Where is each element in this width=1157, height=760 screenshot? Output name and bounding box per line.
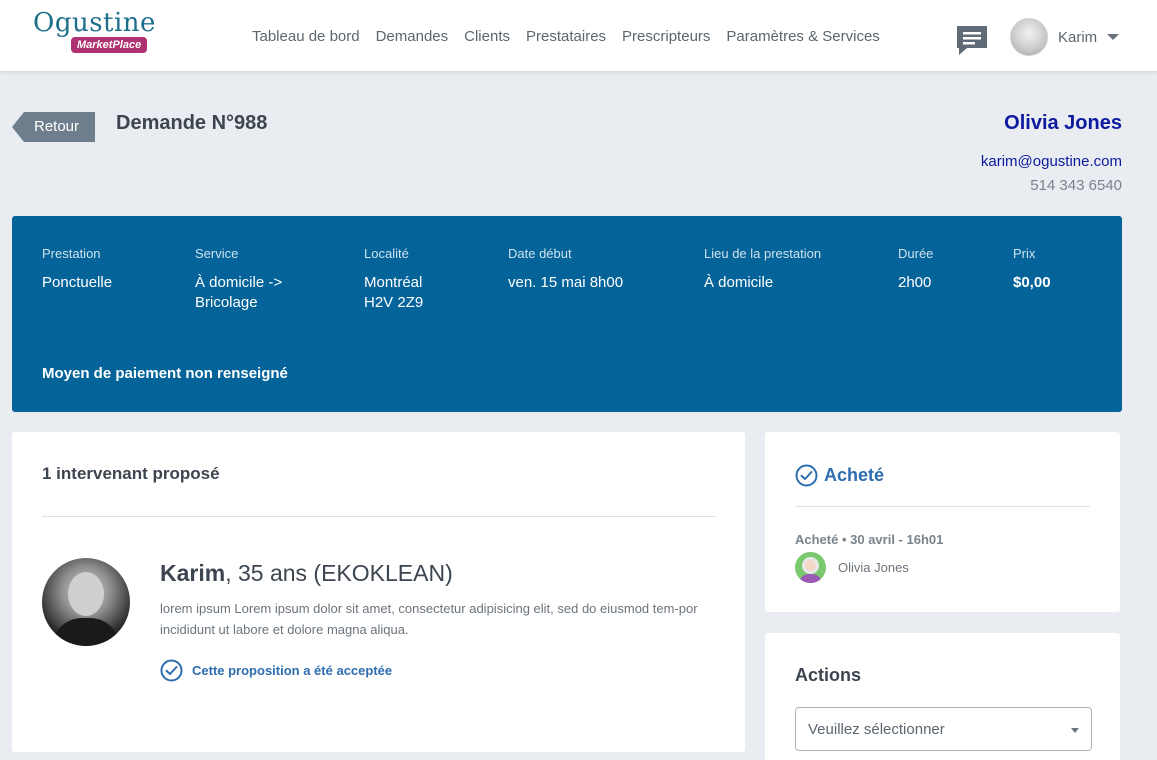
detail-label: Durée [898,246,934,261]
messages-icon[interactable] [955,24,989,56]
detail-prestation: Prestation Ponctuelle [42,246,112,293]
main-nav: Tableau de bord Demandes Clients Prestat… [252,28,880,45]
nav-item-demandes[interactable]: Demandes [376,28,449,45]
check-circle-icon [160,659,183,682]
request-details-panel: Prestation Ponctuelle Service À domicile… [12,216,1122,412]
client-phone: 514 343 6540 [1030,177,1122,194]
client-email-link[interactable]: karim@ogustine.com [981,153,1122,170]
client-name-link[interactable]: Olivia Jones [1004,112,1122,135]
avatar [795,552,826,583]
nav-item-prescripteurs[interactable]: Prescripteurs [622,28,710,45]
detail-value: ven. 15 mai 8h00 [508,274,624,291]
nav-item-prestataires[interactable]: Prestataires [526,28,606,45]
status-title: Acheté [824,465,885,485]
detail-label: Lieu de la prestation [704,246,822,261]
provider-details: , 35 ans (EKOKLEAN) [225,560,453,586]
detail-duree: Durée 2h00 [898,246,933,293]
detail-value: Montréal H2V 2Z9 [364,273,423,313]
accepted-label: Cette proposition a été acceptée [192,663,393,678]
status-timestamp: Acheté • 30 avril - 16h01 [795,532,944,547]
top-navigation-bar: Ogustine MarketPlace Tableau de bord Dem… [0,0,1157,72]
detail-value-line: Bricolage [195,294,258,311]
accepted-status: Cette proposition a été acceptée [160,659,392,682]
page-title: Demande N°988 [116,112,268,134]
detail-value: À domicile [704,274,774,291]
buyer: Olivia Jones [795,552,909,583]
detail-value: Ponctuelle [42,274,113,291]
payment-status: Moyen de paiement non renseigné [42,365,288,382]
buyer-name: Olivia Jones [838,560,909,575]
provider-description: lorem ipsum Lorem ipsum dolor sit amet, … [160,601,698,637]
back-button[interactable]: Retour [12,112,95,142]
detail-localite: Localité Montréal H2V 2Z9 [364,246,423,313]
check-circle-icon [795,464,818,487]
provider-avatar[interactable] [42,558,130,646]
avatar [1010,18,1048,56]
detail-value-line: À domicile -> [195,274,283,291]
detail-label: Date début [508,246,572,261]
actions-title: Actions [795,665,862,685]
detail-value-line: Montréal [364,274,423,291]
actions-select[interactable]: Veuillez sélectionner [795,707,1092,751]
detail-label: Prix [1013,246,1036,261]
detail-value: $0,00 [1013,274,1051,291]
user-name: Karim [1058,28,1098,46]
detail-label: Localité [364,246,409,261]
caret-down-icon [1071,728,1079,733]
brand-name: Ogustine [33,8,156,38]
detail-value-line: H2V 2Z9 [364,294,424,311]
actions-card: Actions Veuillez sélectionner [765,633,1120,760]
nav-item-parametres-services[interactable]: Paramètres & Services [726,28,879,45]
detail-label: Prestation [42,246,101,261]
chevron-down-icon [1107,34,1120,40]
divider [795,506,1090,507]
provider-name[interactable]: Karim [160,560,225,586]
detail-label: Service [195,246,239,261]
select-value: Veuillez sélectionner [808,721,945,738]
purchase-status-card: Acheté Acheté • 30 avril - 16h01 Olivia … [765,432,1120,612]
brand-badge: MarketPlace [71,37,148,53]
user-menu[interactable]: Karim [1010,18,1120,56]
detail-value: 2h00 [898,274,932,291]
nav-item-clients[interactable]: Clients [464,28,510,45]
nav-item-tableau-de-bord[interactable]: Tableau de bord [252,28,360,45]
detail-lieu: Lieu de la prestation À domicile [704,246,821,293]
divider [42,516,715,517]
detail-service: Service À domicile -> Bricolage [195,246,282,313]
provider-name-line: Karim, 35 ans (EKOKLEAN) [160,560,453,587]
detail-value: À domicile -> Bricolage [195,273,282,313]
proposals-title: 1 intervenant proposé [42,464,220,483]
detail-prix: Prix $0,00 [1013,246,1051,293]
detail-date-debut: Date début ven. 15 mai 8h00 [508,246,623,293]
brand-logo[interactable]: Ogustine MarketPlace [33,8,156,60]
proposals-card: 1 intervenant proposé Karim, 35 ans (EKO… [12,432,745,752]
status-header: Acheté [795,464,884,487]
